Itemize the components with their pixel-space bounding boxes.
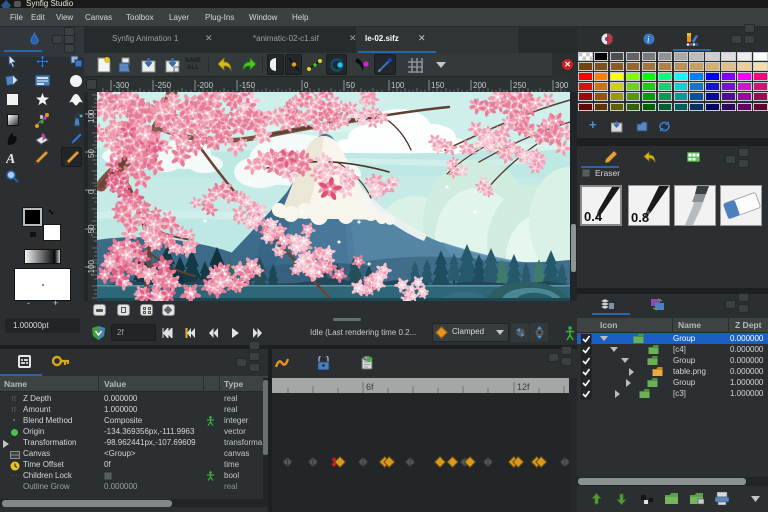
svg-text:200: 200	[473, 81, 487, 90]
svg-text:-100: -100	[87, 259, 96, 276]
svg-text:-200: -200	[197, 81, 214, 90]
svg-text:300: 300	[555, 81, 569, 90]
svg-text:150: 150	[431, 81, 445, 90]
svg-text:A: A	[6, 152, 15, 165]
svg-text:50: 50	[346, 81, 355, 90]
svg-text:0.8: 0.8	[631, 210, 649, 225]
svg-text:100: 100	[391, 81, 405, 90]
svg-text:0: 0	[87, 189, 96, 194]
svg-text:12f: 12f	[517, 382, 530, 392]
svg-text:-50: -50	[87, 224, 96, 236]
svg-text:6f: 6f	[366, 382, 374, 392]
svg-text:0.4: 0.4	[584, 209, 603, 224]
svg-text:-150: -150	[239, 81, 256, 90]
svg-text:50: 50	[87, 149, 96, 158]
svg-text:100: 100	[87, 109, 96, 123]
svg-text:-300: -300	[113, 81, 130, 90]
svg-text:250: 250	[513, 81, 527, 90]
svg-text:-250: -250	[155, 81, 172, 90]
svg-text:0: 0	[304, 81, 309, 90]
